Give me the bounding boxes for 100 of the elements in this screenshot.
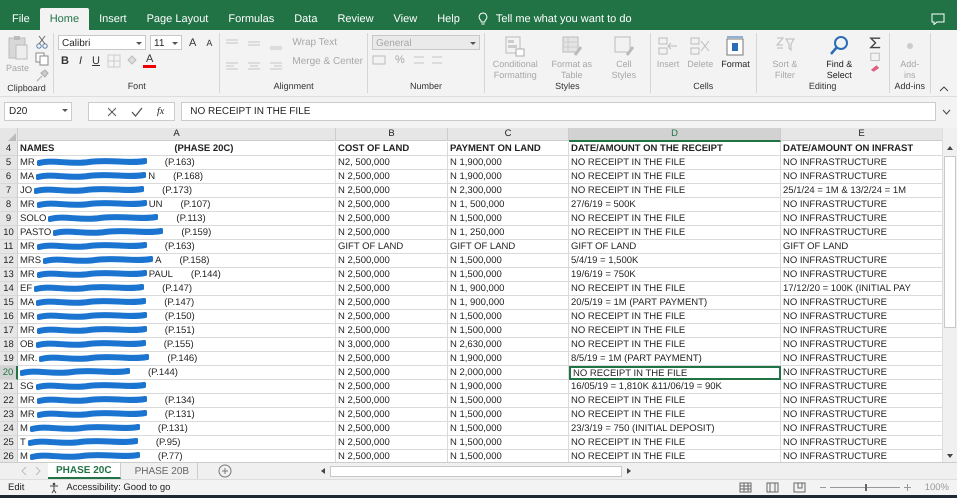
name-box[interactable]: D20 xyxy=(4,102,72,121)
table-cell: NO RECEIPT IN THE FILE xyxy=(569,436,781,450)
ribbon-button[interactable]: Format xyxy=(719,35,752,70)
row-header[interactable]: 11 xyxy=(0,240,18,254)
accessibility-status[interactable]: Accessibility: Good to go xyxy=(66,482,170,493)
sheet-tab[interactable]: PHASE 20C xyxy=(48,463,121,479)
table-cell: N 2,500,000 xyxy=(336,254,448,268)
row-header[interactable]: 22 xyxy=(0,394,18,408)
row-header[interactable]: 23 xyxy=(0,408,18,422)
name-fragment: SG xyxy=(20,380,34,393)
zoom-slider-thumb[interactable] xyxy=(864,484,867,491)
ribbon-button[interactable]: Find & Select xyxy=(813,35,866,81)
row-header[interactable]: 18 xyxy=(0,338,18,352)
row-header[interactable]: 9 xyxy=(0,212,18,226)
table-cell: N 2,500,000 xyxy=(336,170,448,184)
delete-cells-icon xyxy=(689,35,712,57)
table-cell: N 1,500,000 xyxy=(448,436,569,450)
underline-button[interactable]: U xyxy=(89,55,103,67)
row-header[interactable]: 7 xyxy=(0,184,18,198)
enter-check-icon[interactable] xyxy=(131,106,143,116)
scroll-thumb[interactable] xyxy=(944,156,956,328)
column-header[interactable]: C xyxy=(448,128,569,141)
expand-icon[interactable] xyxy=(942,108,951,114)
group-label: Cells xyxy=(693,81,714,91)
page-break-icon[interactable] xyxy=(792,482,806,493)
ribbon-tab[interactable]: View xyxy=(384,8,428,30)
zoom-in-icon[interactable] xyxy=(904,483,911,492)
column-header[interactable]: E xyxy=(781,128,942,141)
table-cell: NO RECEIPT IN THE FILE xyxy=(569,310,781,324)
ribbon-tab[interactable]: Page Layout xyxy=(136,8,218,30)
shrink-font-button[interactable]: A xyxy=(203,38,216,48)
ribbon-tab[interactable]: Review xyxy=(327,8,384,30)
group-label: Alignment xyxy=(274,81,314,91)
page-layout-icon[interactable] xyxy=(766,482,779,493)
cancel-icon[interactable] xyxy=(107,106,117,116)
insert-function-button[interactable]: fx xyxy=(157,106,164,117)
row-header[interactable]: 12 xyxy=(0,254,18,268)
column-header[interactable]: D xyxy=(569,128,781,142)
row-header[interactable]: 24 xyxy=(0,422,18,436)
table-cell: NO RECEIPT IN THE FILE xyxy=(569,338,781,352)
row-header[interactable]: 14 xyxy=(0,282,18,296)
table-cell: N 1, 900,000 xyxy=(448,282,569,296)
row-header[interactable]: 8 xyxy=(0,198,18,212)
row-header[interactable]: 15 xyxy=(0,296,18,310)
table-cell: NO RECEIPT IN THE FILE xyxy=(569,212,781,226)
accessibility-icon[interactable] xyxy=(48,482,60,494)
name-fragment: MR xyxy=(20,156,35,169)
font-size-dropdown[interactable]: 11 xyxy=(150,35,182,50)
row-header[interactable]: 5 xyxy=(0,156,18,170)
row-header[interactable]: 13 xyxy=(0,268,18,282)
column-header[interactable]: B xyxy=(336,128,448,141)
copy-icon[interactable] xyxy=(35,52,50,66)
page-reference: (P.151) xyxy=(164,324,195,337)
grow-font-button[interactable]: A xyxy=(186,36,200,48)
bold-button[interactable]: B xyxy=(58,55,72,67)
page-reference: (P.163) xyxy=(164,240,195,253)
column-header[interactable]: A xyxy=(18,128,336,141)
name-fragment: MA xyxy=(20,296,34,309)
table-cell: 5/4/19 = 1,500K xyxy=(569,254,781,268)
row-header[interactable]: 6 xyxy=(0,170,18,184)
add-sheet-icon[interactable] xyxy=(218,464,232,478)
table-cell: N 2,500,000 xyxy=(336,352,448,366)
table-cell: N 2,500,000 xyxy=(336,184,448,198)
page-reference: (P.113) xyxy=(176,212,206,225)
scroll-thumb[interactable] xyxy=(330,466,622,476)
cut-icon[interactable] xyxy=(35,35,50,49)
font-color-button[interactable]: A xyxy=(142,54,156,68)
row-header[interactable]: 19 xyxy=(0,352,18,366)
ribbon-tab[interactable]: Home xyxy=(40,8,90,30)
table-cell: N 1,500,000 xyxy=(448,212,569,226)
formula-input[interactable]: NO RECEIPT IN THE FILE xyxy=(181,102,936,121)
table-cell: N 1,500,000 xyxy=(448,394,569,408)
row-header[interactable]: 10 xyxy=(0,226,18,240)
table-cell: N 1, 250,000 xyxy=(448,226,569,240)
ribbon-tab[interactable]: Insert xyxy=(89,8,137,30)
table-cell: NO RECEIPT IN THE FILE xyxy=(569,366,781,380)
row-header[interactable]: 26 xyxy=(0,450,18,462)
ribbon-tab[interactable]: File xyxy=(2,8,40,30)
font-name-dropdown[interactable]: Calibri xyxy=(58,35,146,50)
row-header[interactable]: 25 xyxy=(0,436,18,450)
table-cell: N 1,900,000 xyxy=(448,170,569,184)
normal-view-icon[interactable] xyxy=(738,482,752,493)
row-header[interactable]: 4 xyxy=(0,142,18,156)
tell-me-field[interactable]: Tell me what you want to do xyxy=(494,8,678,30)
ribbon-tab[interactable]: Formulas xyxy=(218,8,284,30)
table-cell: N 1,900,000 xyxy=(448,156,569,170)
column-title: COST OF LAND xyxy=(336,142,448,156)
table-cell: N 1,900,000 xyxy=(448,380,569,394)
row-header[interactable]: 20 xyxy=(0,366,18,380)
ribbon-tab[interactable]: Data xyxy=(284,8,328,30)
collapse-ribbon-icon[interactable] xyxy=(939,86,949,92)
page-reference: (P.158) xyxy=(179,254,210,267)
row-header[interactable]: 21 xyxy=(0,380,18,394)
italic-button[interactable]: I xyxy=(76,55,86,67)
comment-icon[interactable] xyxy=(931,13,945,25)
name-fragment: A xyxy=(155,254,162,267)
conditional-format-icon xyxy=(504,35,526,57)
row-header[interactable]: 17 xyxy=(0,324,18,338)
ribbon-tab[interactable]: Help xyxy=(427,8,470,30)
row-header[interactable]: 16 xyxy=(0,310,18,324)
